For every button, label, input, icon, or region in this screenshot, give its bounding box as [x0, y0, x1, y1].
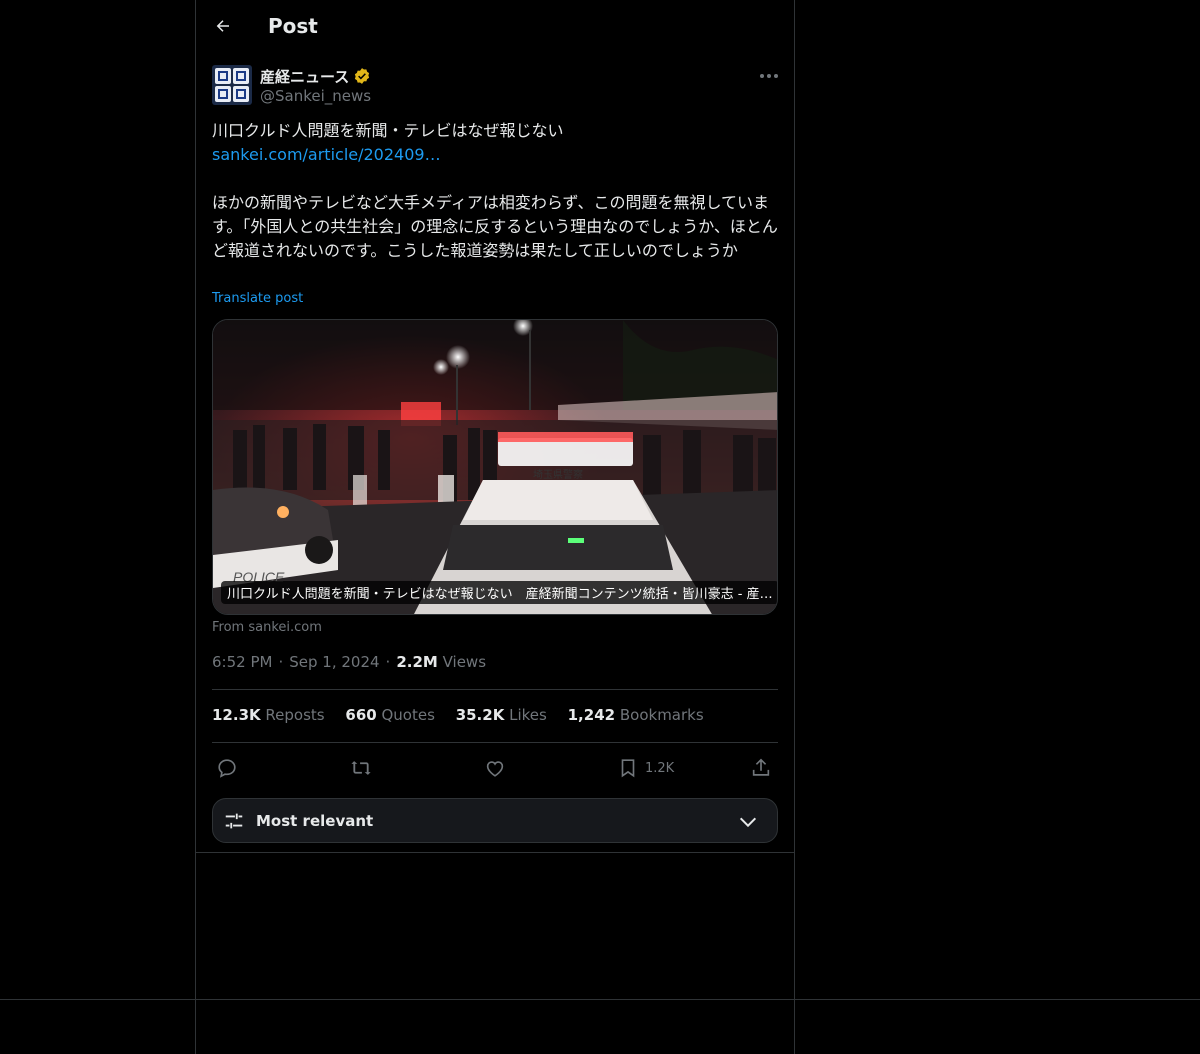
link-card[interactable]: POLICE 埼玉県警察 川口クルド人問題を新聞・テレビはなぜ報じない 産経新聞… [212, 319, 778, 615]
views-count: 2.2M [396, 653, 438, 671]
column-border-right [794, 0, 795, 1054]
bookmark-icon [621, 759, 635, 778]
bookmarks-stat[interactable]: 1,242 Bookmarks [568, 706, 704, 724]
views-label: Views [442, 653, 487, 671]
reply-button[interactable] [216, 756, 238, 780]
action-bar: 1.2K [212, 754, 778, 782]
divider [212, 742, 778, 743]
column-border-left [195, 0, 196, 1054]
more-icon-dot [774, 74, 778, 78]
quotes-stat[interactable]: 660 Quotes [345, 706, 435, 724]
share-button[interactable] [750, 756, 772, 780]
card-source: From sankei.com [212, 620, 322, 635]
author-name[interactable]: 産経ニュース [260, 66, 349, 87]
avatar[interactable] [212, 65, 252, 105]
divider [212, 689, 778, 690]
bookmark-button[interactable]: 1.2K [617, 756, 674, 780]
post-line: 川口クルド人問題を新聞・テレビはなぜ報じない [212, 121, 564, 140]
article-link[interactable]: sankei.com/article/202409… [212, 145, 441, 164]
like-button[interactable] [484, 756, 506, 780]
svg-text:埼玉県警察: 埼玉県警察 [533, 468, 583, 481]
retweet-icon [351, 761, 371, 775]
share-icon [752, 758, 770, 776]
sliders-icon [225, 813, 243, 829]
engagement-stats: 12.3K Reposts 660 Quotes 35.2K Likes 1,2… [212, 706, 720, 724]
likes-stat[interactable]: 35.2K Likes [456, 706, 547, 724]
more-icon-dot [760, 74, 764, 78]
post-time[interactable]: 6:52 PM [212, 653, 272, 671]
post-date[interactable]: Sep 1, 2024 [289, 653, 379, 671]
bookmark-count: 1.2K [645, 760, 675, 776]
more-icon-dot [767, 74, 771, 78]
translate-post-link[interactable]: Translate post [212, 291, 303, 306]
verified-badge-icon [355, 68, 370, 84]
page-title: Post [268, 14, 318, 38]
top-bar: Post [196, 0, 794, 54]
post-meta: 6:52 PM · Sep 1, 2024 · 2.2M Views [212, 653, 487, 671]
post-paragraph: ほかの新聞やテレビなど大手メディアは相変わらず、この問題を無視しています。「外国… [212, 193, 778, 260]
repost-button[interactable] [350, 756, 372, 780]
author-name-row: 産経ニュース [260, 65, 371, 87]
card-caption: 川口クルド人問題を新聞・テレビはなぜ報じない 産経新聞コンテンツ統括・皆川豪志 … [221, 581, 777, 604]
sort-label: Most relevant [256, 812, 374, 830]
chevron-down-icon [739, 817, 757, 828]
back-arrow-icon [216, 20, 229, 32]
reply-sort-dropdown[interactable]: Most relevant [212, 798, 778, 843]
post-bottom-divider [196, 852, 794, 853]
more-options-button[interactable] [756, 66, 782, 86]
reply-icon [218, 759, 236, 778]
card-image: POLICE 埼玉県警察 [213, 320, 777, 614]
post-text: 川口クルド人問題を新聞・テレビはなぜ報じない sankei.com/articl… [212, 119, 778, 263]
bottom-divider [0, 999, 1200, 1000]
reposts-stat[interactable]: 12.3K Reposts [212, 706, 325, 724]
like-icon [486, 761, 504, 777]
author-handle[interactable]: @Sankei_news [260, 87, 371, 105]
back-button[interactable] [210, 13, 236, 39]
